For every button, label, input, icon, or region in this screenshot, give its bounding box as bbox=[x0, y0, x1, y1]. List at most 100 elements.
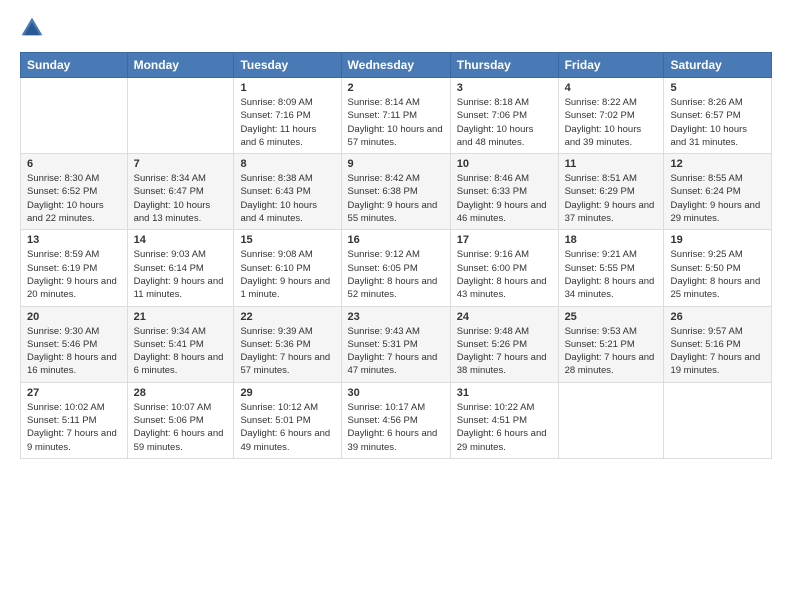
calendar-cell: 1Sunrise: 8:09 AMSunset: 7:16 PMDaylight… bbox=[234, 78, 341, 154]
day-info: Sunrise: 9:43 AMSunset: 5:31 PMDaylight:… bbox=[348, 325, 444, 378]
day-info: Sunrise: 10:12 AMSunset: 5:01 PMDaylight… bbox=[240, 401, 334, 454]
day-number: 21 bbox=[134, 311, 228, 323]
day-info: Sunrise: 8:22 AMSunset: 7:02 PMDaylight:… bbox=[565, 96, 658, 149]
calendar-cell: 5Sunrise: 8:26 AMSunset: 6:57 PMDaylight… bbox=[664, 78, 772, 154]
calendar-cell bbox=[21, 78, 128, 154]
day-number: 28 bbox=[134, 387, 228, 399]
calendar-cell: 16 Sunrise: 9:12 AMSunset: 6:05 PMDayligh… bbox=[341, 230, 450, 306]
weekday-header-tuesday: Tuesday bbox=[234, 53, 341, 78]
day-number: 19 bbox=[670, 234, 765, 246]
week-row-3: 13 Sunrise: 8:59 AMSunset: 6:19 PMDayligh… bbox=[21, 230, 772, 306]
week-row-2: 6 Sunrise: 8:30 AMSunset: 6:52 PMDaylight… bbox=[21, 154, 772, 230]
day-number: 29 bbox=[240, 387, 334, 399]
day-number: 12 bbox=[670, 158, 765, 170]
day-number: 18 bbox=[565, 234, 658, 246]
week-row-4: 20 Sunrise: 9:30 AMSunset: 5:46 PMDayligh… bbox=[21, 306, 772, 382]
weekday-header-friday: Friday bbox=[558, 53, 664, 78]
day-number: 6 bbox=[27, 158, 121, 170]
calendar-cell bbox=[664, 382, 772, 458]
calendar-cell: 12 Sunrise: 8:55 AMSunset: 6:24 PMDayligh… bbox=[664, 154, 772, 230]
weekday-header-row: SundayMondayTuesdayWednesdayThursdayFrid… bbox=[21, 53, 772, 78]
logo-icon bbox=[20, 16, 44, 40]
calendar-cell: 20 Sunrise: 9:30 AMSunset: 5:46 PMDayligh… bbox=[21, 306, 128, 382]
weekday-header-monday: Monday bbox=[127, 53, 234, 78]
calendar-cell: 7Sunrise: 8:34 AMSunset: 6:47 PMDaylight… bbox=[127, 154, 234, 230]
calendar-cell bbox=[127, 78, 234, 154]
day-info: Sunrise: 8:59 AMSunset: 6:19 PMDaylight:… bbox=[27, 248, 121, 301]
day-number: 24 bbox=[457, 311, 552, 323]
day-info: Sunrise: 9:03 AMSunset: 6:14 PMDaylight:… bbox=[134, 248, 228, 301]
day-info: Sunrise: 9:25 AMSunset: 5:50 PMDaylight:… bbox=[670, 248, 765, 301]
day-number: 1 bbox=[240, 82, 334, 94]
calendar-cell: 30 Sunrise: 10:17 AMSunset: 4:56 PMDaylig… bbox=[341, 382, 450, 458]
calendar-cell: 21 Sunrise: 9:34 AMSunset: 5:41 PMDayligh… bbox=[127, 306, 234, 382]
weekday-header-thursday: Thursday bbox=[450, 53, 558, 78]
calendar-cell: 29 Sunrise: 10:12 AMSunset: 5:01 PMDaylig… bbox=[234, 382, 341, 458]
week-row-5: 27Sunrise: 10:02 AMSunset: 5:11 PMDaylig… bbox=[21, 382, 772, 458]
day-number: 22 bbox=[240, 311, 334, 323]
day-info: Sunrise: 9:08 AMSunset: 6:10 PMDaylight:… bbox=[240, 248, 334, 301]
calendar-cell: 11 Sunrise: 8:51 AMSunset: 6:29 PMDayligh… bbox=[558, 154, 664, 230]
calendar-cell: 18 Sunrise: 9:21 AMSunset: 5:55 PMDayligh… bbox=[558, 230, 664, 306]
day-number: 2 bbox=[348, 82, 444, 94]
day-number: 9 bbox=[348, 158, 444, 170]
calendar-table: SundayMondayTuesdayWednesdayThursdayFrid… bbox=[20, 52, 772, 459]
day-number: 16 bbox=[348, 234, 444, 246]
day-number: 26 bbox=[670, 311, 765, 323]
weekday-header-wednesday: Wednesday bbox=[341, 53, 450, 78]
calendar-cell: 27Sunrise: 10:02 AMSunset: 5:11 PMDaylig… bbox=[21, 382, 128, 458]
week-row-1: 1Sunrise: 8:09 AMSunset: 7:16 PMDaylight… bbox=[21, 78, 772, 154]
day-number: 8 bbox=[240, 158, 334, 170]
day-number: 14 bbox=[134, 234, 228, 246]
calendar-cell: 4 Sunrise: 8:22 AMSunset: 7:02 PMDaylight… bbox=[558, 78, 664, 154]
day-number: 17 bbox=[457, 234, 552, 246]
day-info: Sunrise: 8:38 AMSunset: 6:43 PMDaylight:… bbox=[240, 172, 334, 225]
day-info: Sunrise: 8:34 AMSunset: 6:47 PMDaylight:… bbox=[134, 172, 228, 225]
day-number: 4 bbox=[565, 82, 658, 94]
day-info: Sunrise: 9:16 AMSunset: 6:00 PMDaylight:… bbox=[457, 248, 552, 301]
day-info: Sunrise: 8:14 AMSunset: 7:11 PMDaylight:… bbox=[348, 96, 444, 149]
day-info: Sunrise: 9:30 AMSunset: 5:46 PMDaylight:… bbox=[27, 325, 121, 378]
calendar-cell: 9Sunrise: 8:42 AMSunset: 6:38 PMDaylight… bbox=[341, 154, 450, 230]
calendar-cell: 22Sunrise: 9:39 AMSunset: 5:36 PMDayligh… bbox=[234, 306, 341, 382]
calendar-cell: 23Sunrise: 9:43 AMSunset: 5:31 PMDayligh… bbox=[341, 306, 450, 382]
calendar-cell: 3Sunrise: 8:18 AMSunset: 7:06 PMDaylight… bbox=[450, 78, 558, 154]
day-info: Sunrise: 9:21 AMSunset: 5:55 PMDaylight:… bbox=[565, 248, 658, 301]
calendar-cell: 10 Sunrise: 8:46 AMSunset: 6:33 PMDayligh… bbox=[450, 154, 558, 230]
page: SundayMondayTuesdayWednesdayThursdayFrid… bbox=[0, 0, 792, 612]
calendar-cell: 17 Sunrise: 9:16 AMSunset: 6:00 PMDayligh… bbox=[450, 230, 558, 306]
day-number: 31 bbox=[457, 387, 552, 399]
day-info: Sunrise: 9:12 AMSunset: 6:05 PMDaylight:… bbox=[348, 248, 444, 301]
day-info: Sunrise: 8:51 AMSunset: 6:29 PMDaylight:… bbox=[565, 172, 658, 225]
calendar-cell: 31 Sunrise: 10:22 AMSunset: 4:51 PMDaylig… bbox=[450, 382, 558, 458]
logo bbox=[20, 16, 46, 40]
day-info: Sunrise: 8:55 AMSunset: 6:24 PMDaylight:… bbox=[670, 172, 765, 225]
weekday-header-saturday: Saturday bbox=[664, 53, 772, 78]
calendar-cell: 2 Sunrise: 8:14 AMSunset: 7:11 PMDaylight… bbox=[341, 78, 450, 154]
day-info: Sunrise: 10:22 AMSunset: 4:51 PMDaylight… bbox=[457, 401, 552, 454]
calendar-cell: 15 Sunrise: 9:08 AMSunset: 6:10 PMDayligh… bbox=[234, 230, 341, 306]
day-info: Sunrise: 9:57 AMSunset: 5:16 PMDaylight:… bbox=[670, 325, 765, 378]
day-number: 25 bbox=[565, 311, 658, 323]
day-number: 13 bbox=[27, 234, 121, 246]
calendar-cell: 26 Sunrise: 9:57 AMSunset: 5:16 PMDayligh… bbox=[664, 306, 772, 382]
day-number: 5 bbox=[670, 82, 765, 94]
day-number: 20 bbox=[27, 311, 121, 323]
day-info: Sunrise: 9:34 AMSunset: 5:41 PMDaylight:… bbox=[134, 325, 228, 378]
day-info: Sunrise: 8:46 AMSunset: 6:33 PMDaylight:… bbox=[457, 172, 552, 225]
day-number: 15 bbox=[240, 234, 334, 246]
day-info: Sunrise: 8:30 AMSunset: 6:52 PMDaylight:… bbox=[27, 172, 121, 225]
day-number: 11 bbox=[565, 158, 658, 170]
calendar-cell: 24 Sunrise: 9:48 AMSunset: 5:26 PMDayligh… bbox=[450, 306, 558, 382]
day-info: Sunrise: 10:17 AMSunset: 4:56 PMDaylight… bbox=[348, 401, 444, 454]
header bbox=[20, 16, 772, 40]
day-info: Sunrise: 10:02 AMSunset: 5:11 PMDaylight… bbox=[27, 401, 121, 454]
calendar-cell: 13 Sunrise: 8:59 AMSunset: 6:19 PMDayligh… bbox=[21, 230, 128, 306]
day-number: 10 bbox=[457, 158, 552, 170]
calendar-cell: 25Sunrise: 9:53 AMSunset: 5:21 PMDayligh… bbox=[558, 306, 664, 382]
calendar-cell: 6 Sunrise: 8:30 AMSunset: 6:52 PMDaylight… bbox=[21, 154, 128, 230]
calendar-cell: 19 Sunrise: 9:25 AMSunset: 5:50 PMDayligh… bbox=[664, 230, 772, 306]
day-number: 30 bbox=[348, 387, 444, 399]
day-info: Sunrise: 9:48 AMSunset: 5:26 PMDaylight:… bbox=[457, 325, 552, 378]
day-info: Sunrise: 10:07 AMSunset: 5:06 PMDaylight… bbox=[134, 401, 228, 454]
